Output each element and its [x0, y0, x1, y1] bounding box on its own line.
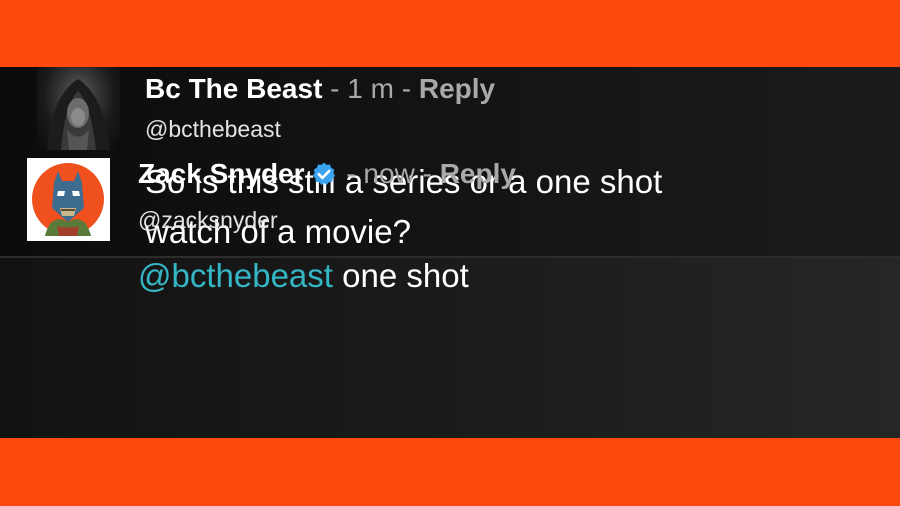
mention-link[interactable]: @bcthebeast [138, 257, 333, 294]
verified-badge-icon [312, 162, 335, 185]
reply-link[interactable]: Reply [419, 73, 495, 104]
separator: - [322, 73, 348, 104]
comment-text: @bcthebeast one shot [138, 257, 469, 295]
comment-header: Zack Snyder - now - Reply [138, 158, 516, 190]
author-name[interactable]: Zack Snyder [138, 158, 305, 189]
separator: - [393, 73, 419, 104]
avatar-bcthebeast[interactable] [37, 67, 120, 150]
timestamp: 1 m [347, 73, 394, 104]
separator: - [414, 158, 440, 189]
author-name[interactable]: Bc The Beast [145, 73, 322, 104]
hooded-figure-icon [47, 79, 110, 150]
comment-text-body: one shot [342, 257, 469, 294]
author-handle[interactable]: @zacksnyder [138, 206, 278, 234]
timestamp: now [363, 158, 415, 189]
author-handle[interactable]: @bcthebeast [145, 115, 281, 143]
comment-header: Bc The Beast - 1 m - Reply [145, 73, 495, 105]
reply-link[interactable]: Reply [440, 158, 516, 189]
avatar-zacksnyder[interactable] [27, 158, 110, 241]
orange-frame-top [0, 0, 900, 67]
orange-frame-bottom [0, 438, 900, 506]
batman-comic-icon [27, 158, 110, 241]
comment-thread: Bc The Beast - 1 m - Reply @bcthebeast S… [0, 67, 900, 438]
separator: - [338, 158, 364, 189]
